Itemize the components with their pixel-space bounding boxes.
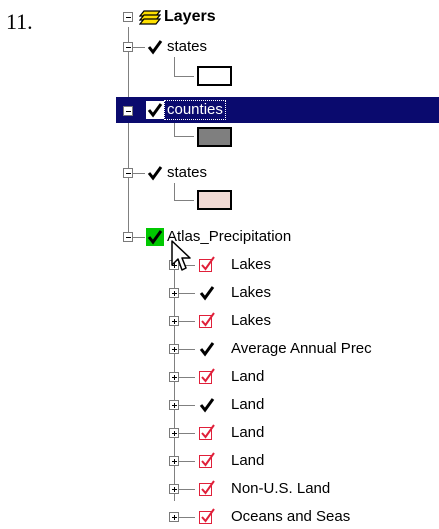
sublayer-label: Land xyxy=(231,452,265,469)
layer-visibility-checkbox[interactable] xyxy=(146,164,164,182)
expand-sublayer-button[interactable] xyxy=(169,344,179,354)
red-check-icon[interactable] xyxy=(198,368,216,386)
collapse-layer-button[interactable] xyxy=(123,168,133,178)
collapse-layer-button[interactable] xyxy=(123,42,133,52)
expand-sublayer-button[interactable] xyxy=(169,288,179,298)
sublayer-label: Oceans and Seas xyxy=(231,508,351,525)
tree-line xyxy=(133,173,145,174)
expand-sublayer-button[interactable] xyxy=(169,512,179,522)
layer-symbol-swatch[interactable] xyxy=(197,190,232,210)
sublayer-label: Land xyxy=(231,396,265,413)
tree-line xyxy=(174,136,194,137)
expand-sublayer-button[interactable] xyxy=(169,372,179,382)
red-check-icon[interactable] xyxy=(198,256,216,274)
red-check-icon[interactable] xyxy=(198,452,216,470)
sublayer-label: Average Annual Prec xyxy=(231,340,372,357)
tree-line xyxy=(179,433,195,434)
sublayer-label: Non-U.S. Land xyxy=(231,480,331,497)
tree-line xyxy=(179,377,195,378)
arrow-pointer-icon xyxy=(171,240,193,278)
expand-sublayer-button[interactable] xyxy=(169,484,179,494)
layer-visibility-checkbox[interactable] xyxy=(146,101,164,119)
tree-line xyxy=(179,461,195,462)
tree-line xyxy=(179,321,195,322)
collapse-layers-button[interactable] xyxy=(123,12,133,22)
check-icon[interactable] xyxy=(198,396,216,414)
tree-line xyxy=(174,183,175,201)
tree-line xyxy=(174,121,175,137)
tree-line xyxy=(179,405,195,406)
collapse-layer-button[interactable] xyxy=(123,232,133,242)
tree-line xyxy=(133,237,145,238)
layer-symbol-swatch[interactable] xyxy=(197,66,232,86)
collapse-layer-button[interactable] xyxy=(123,106,133,116)
check-icon[interactable] xyxy=(198,340,216,358)
tree-line xyxy=(179,517,195,518)
red-check-icon[interactable] xyxy=(198,480,216,498)
red-check-icon[interactable] xyxy=(198,508,216,526)
layers-root-label: Layers xyxy=(164,8,216,25)
expand-sublayer-button[interactable] xyxy=(169,428,179,438)
sublayer-label: Lakes xyxy=(231,256,272,273)
red-check-icon[interactable] xyxy=(198,424,216,442)
sublayer-label: Lakes xyxy=(231,312,272,329)
sublayer-label: Land xyxy=(231,424,265,441)
red-check-icon[interactable] xyxy=(198,312,216,330)
check-icon[interactable] xyxy=(198,284,216,302)
tree-line xyxy=(179,489,195,490)
tree-line xyxy=(128,27,129,236)
layer-label: states xyxy=(167,38,208,55)
tree-line xyxy=(174,57,175,77)
tree-line xyxy=(179,293,195,294)
step-number: 11. xyxy=(6,9,33,34)
layer-label: states xyxy=(167,164,208,181)
expand-sublayer-button[interactable] xyxy=(169,316,179,326)
layer-visibility-checkbox[interactable] xyxy=(146,228,164,246)
tree-line xyxy=(174,200,194,201)
layer-label: counties xyxy=(164,100,226,120)
sublayer-label: Lakes xyxy=(231,284,272,301)
expand-sublayer-button[interactable] xyxy=(169,400,179,410)
layer-visibility-checkbox[interactable] xyxy=(146,38,164,56)
tree-line xyxy=(174,76,194,77)
sublayer-label: Land xyxy=(231,368,265,385)
layers-icon xyxy=(138,8,162,30)
layer-symbol-swatch[interactable] xyxy=(197,127,232,147)
tree-line xyxy=(179,349,195,350)
tree-line xyxy=(133,47,145,48)
expand-sublayer-button[interactable] xyxy=(169,456,179,466)
